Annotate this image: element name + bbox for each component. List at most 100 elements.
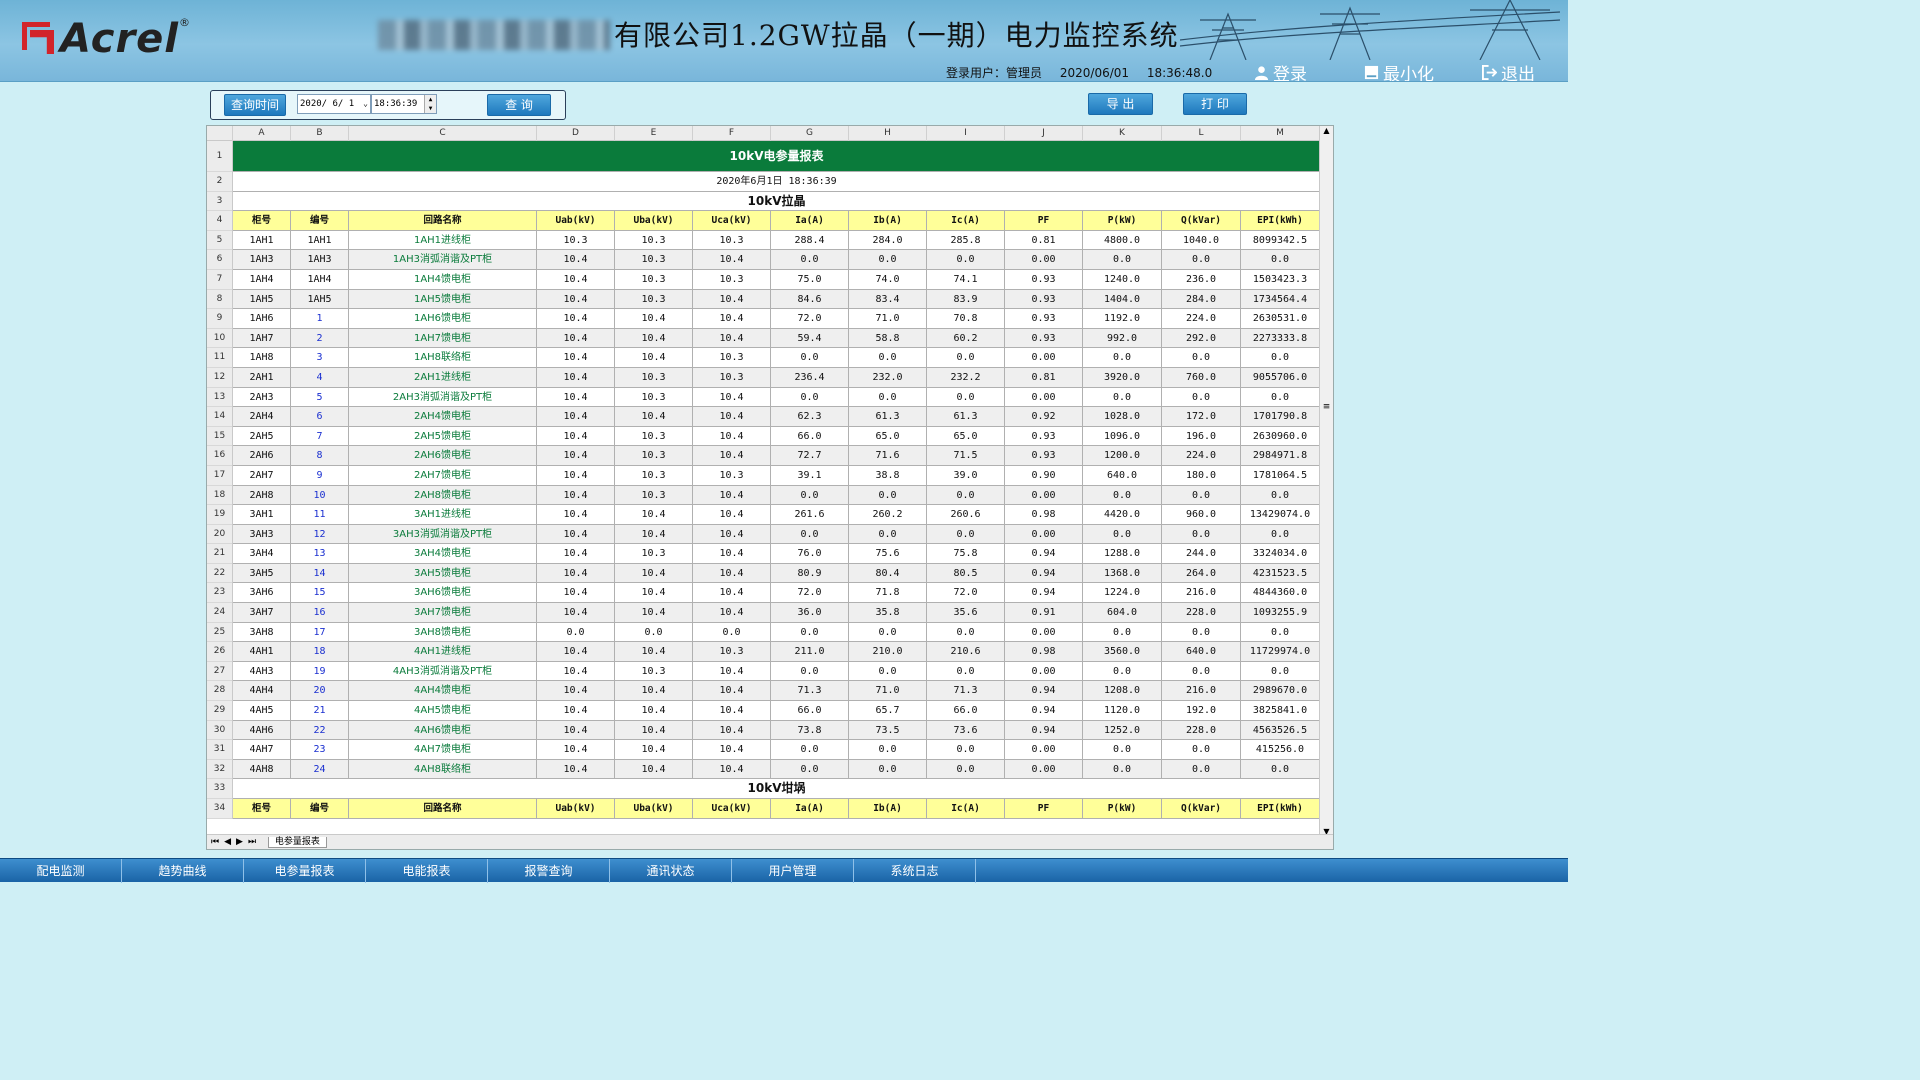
table-cell[interactable]: 1368.0 (1083, 563, 1162, 583)
row-header[interactable]: 10 (207, 329, 232, 349)
table-cell[interactable]: 10.4 (693, 563, 771, 583)
row-header[interactable]: 20 (207, 525, 232, 545)
nav-item[interactable]: 电参量报表 (244, 859, 366, 883)
table-cell[interactable]: 39.1 (771, 465, 849, 485)
table-cell[interactable]: 1701790.8 (1241, 407, 1320, 426)
table-cell[interactable]: 3920.0 (1083, 367, 1162, 387)
table-cell[interactable]: 71.3 (771, 681, 849, 701)
row-header[interactable]: 26 (207, 642, 232, 662)
table-cell[interactable]: 76.0 (771, 544, 849, 563)
table-cell[interactable]: 10.3 (615, 446, 693, 465)
row-header[interactable]: 31 (207, 740, 232, 760)
table-cell[interactable]: 0.98 (1005, 642, 1083, 661)
row-header[interactable]: 4 (207, 211, 232, 231)
table-cell[interactable]: 1AH3消弧消谐及PT柜 (349, 250, 537, 269)
sheet-tab[interactable]: 电参量报表 (267, 837, 327, 848)
table-cell[interactable]: 10.4 (615, 740, 693, 759)
table-row[interactable]: 1AH4 1AH4 1AH4馈电柜 10.4 10.3 10.3 75.0 74.0 74.1 0… (233, 269, 1321, 290)
table-cell[interactable]: 10.4 (615, 348, 693, 367)
table-row[interactable]: 1AH1 1AH1 1AH1进线柜 10.3 10.3 10.3 288.4 284.0 285… (233, 230, 1321, 251)
row-header[interactable]: 24 (207, 603, 232, 623)
table-row[interactable]: 4AH7 23 4AH7馈电柜 10.4 10.4 10.4 0.0 0.0 0.0 0.00 0.… (233, 740, 1321, 760)
table-cell[interactable]: 2AH1 (233, 367, 291, 387)
table-cell[interactable]: 0.94 (1005, 701, 1083, 720)
table-cell[interactable]: 1AH1进线柜 (349, 230, 537, 250)
table-row[interactable]: 4AH1 18 4AH1进线柜 10.4 10.4 10.3 211.0 210.0 210.6… (233, 642, 1321, 662)
table-cell[interactable]: 0.0 (849, 622, 927, 642)
table-cell[interactable]: 0.0 (1241, 485, 1320, 505)
print-button[interactable]: 打 印 (1183, 93, 1247, 115)
table-cell[interactable]: 10.4 (537, 446, 615, 465)
table-cell[interactable]: 0.0 (927, 348, 1005, 367)
table-cell[interactable]: 10.4 (537, 720, 615, 740)
table-cell[interactable]: 4AH7 (233, 740, 291, 759)
table-cell[interactable]: 1AH6馈电柜 (349, 309, 537, 328)
table-cell[interactable]: 3AH4 (233, 544, 291, 563)
table-cell[interactable]: 1AH7馈电柜 (349, 328, 537, 348)
table-cell[interactable]: 0.0 (1241, 524, 1320, 544)
table-cell[interactable]: 1 (291, 309, 349, 328)
table-cell[interactable]: 0.0 (1162, 348, 1241, 367)
table-cell[interactable]: 4563526.5 (1241, 720, 1320, 740)
table-cell[interactable]: 10.4 (693, 407, 771, 426)
table-cell[interactable]: 0.0 (927, 740, 1005, 759)
table-row[interactable]: 4AH8 24 4AH8联络柜 10.4 10.4 10.4 0.0 0.0 0.0 0.00 0.… (233, 759, 1321, 780)
table-cell[interactable]: 75.6 (849, 544, 927, 563)
table-cell[interactable]: 196.0 (1162, 426, 1241, 446)
table-cell[interactable]: 10.3 (615, 544, 693, 563)
table-cell[interactable]: 1200.0 (1083, 446, 1162, 465)
table-cell[interactable]: 2AH7馈电柜 (349, 465, 537, 485)
table-row[interactable]: 3AH3 12 3AH3消弧消谐及PT柜 10.4 10.4 10.4 0.0 0.0 0.0 0… (233, 524, 1321, 545)
table-cell[interactable]: 2630531.0 (1241, 309, 1320, 328)
table-cell[interactable]: 66.0 (927, 701, 1005, 720)
table-cell[interactable]: 4AH6馈电柜 (349, 720, 537, 740)
table-cell[interactable]: 260.2 (849, 505, 927, 524)
row-header[interactable]: 13 (207, 388, 232, 408)
table-cell[interactable]: 3 (291, 348, 349, 367)
row-header[interactable]: 28 (207, 681, 232, 702)
table-cell[interactable]: 10.4 (615, 642, 693, 661)
table-cell[interactable]: 70.8 (927, 309, 1005, 328)
table-cell[interactable]: 1AH1 (291, 230, 349, 250)
table-cell[interactable]: 0.0 (849, 485, 927, 505)
table-cell[interactable]: 3560.0 (1083, 642, 1162, 661)
table-cell[interactable]: 0.0 (1162, 524, 1241, 544)
table-cell[interactable]: 760.0 (1162, 367, 1241, 387)
table-cell[interactable]: 8099342.5 (1241, 230, 1320, 250)
table-cell[interactable]: 73.8 (771, 720, 849, 740)
table-cell[interactable]: 1252.0 (1083, 720, 1162, 740)
table-cell[interactable]: 10.4 (537, 348, 615, 367)
row-header[interactable]: 33 (207, 779, 232, 799)
table-cell[interactable]: 216.0 (1162, 681, 1241, 701)
table-cell[interactable]: 10.4 (615, 309, 693, 328)
scroll-grip-icon[interactable]: ≡ (1320, 402, 1333, 412)
table-row[interactable]: 4AH3 19 4AH3消弧消谐及PT柜 10.4 10.3 10.4 0.0 0.0 0.0 0… (233, 661, 1321, 682)
table-row[interactable]: 2AH1 4 2AH1进线柜 10.4 10.3 10.3 236.4 232.0 232.2 0… (233, 367, 1321, 388)
table-cell[interactable]: 2AH6 (233, 446, 291, 465)
table-cell[interactable]: 38.8 (849, 465, 927, 485)
table-cell[interactable]: 1AH5 (233, 289, 291, 309)
table-cell[interactable]: 10.4 (693, 603, 771, 622)
table-cell[interactable]: 0.0 (927, 759, 1005, 779)
table-cell[interactable]: 0.94 (1005, 544, 1083, 563)
table-cell[interactable]: 0.00 (1005, 250, 1083, 269)
table-cell[interactable]: 15 (291, 583, 349, 603)
table-cell[interactable]: 2AH4 (233, 407, 291, 426)
table-cell[interactable]: 0.0 (1241, 250, 1320, 269)
table-cell[interactable]: 10.4 (537, 407, 615, 426)
table-row[interactable]: 2AH5 7 2AH5馈电柜 10.4 10.3 10.4 66.0 65.0 65.0 0.93… (233, 426, 1321, 447)
table-cell[interactable]: 0.94 (1005, 681, 1083, 701)
table-cell[interactable]: 10.4 (693, 524, 771, 544)
table-cell[interactable]: 4800.0 (1083, 230, 1162, 250)
table-row[interactable]: 1AH7 2 1AH7馈电柜 10.4 10.4 10.4 59.4 58.8 60.2 0.93… (233, 328, 1321, 349)
table-cell[interactable]: 0.0 (1241, 622, 1320, 642)
table-cell[interactable]: 4AH8联络柜 (349, 759, 537, 779)
row-header[interactable]: 14 (207, 407, 232, 427)
table-cell[interactable]: 0.0 (771, 348, 849, 367)
report-grid[interactable]: 10kV电参量报表 2020年6月1日 18:36:39 10kV拉晶 柜号 编号… (233, 141, 1321, 819)
table-cell[interactable]: 13429074.0 (1241, 505, 1320, 524)
query-date-picker[interactable]: 2020/ 6/ 1 ⌄ (297, 94, 371, 114)
table-cell[interactable]: 4420.0 (1083, 505, 1162, 524)
row-header[interactable]: 5 (207, 231, 232, 251)
table-cell[interactable]: 284.0 (849, 230, 927, 250)
